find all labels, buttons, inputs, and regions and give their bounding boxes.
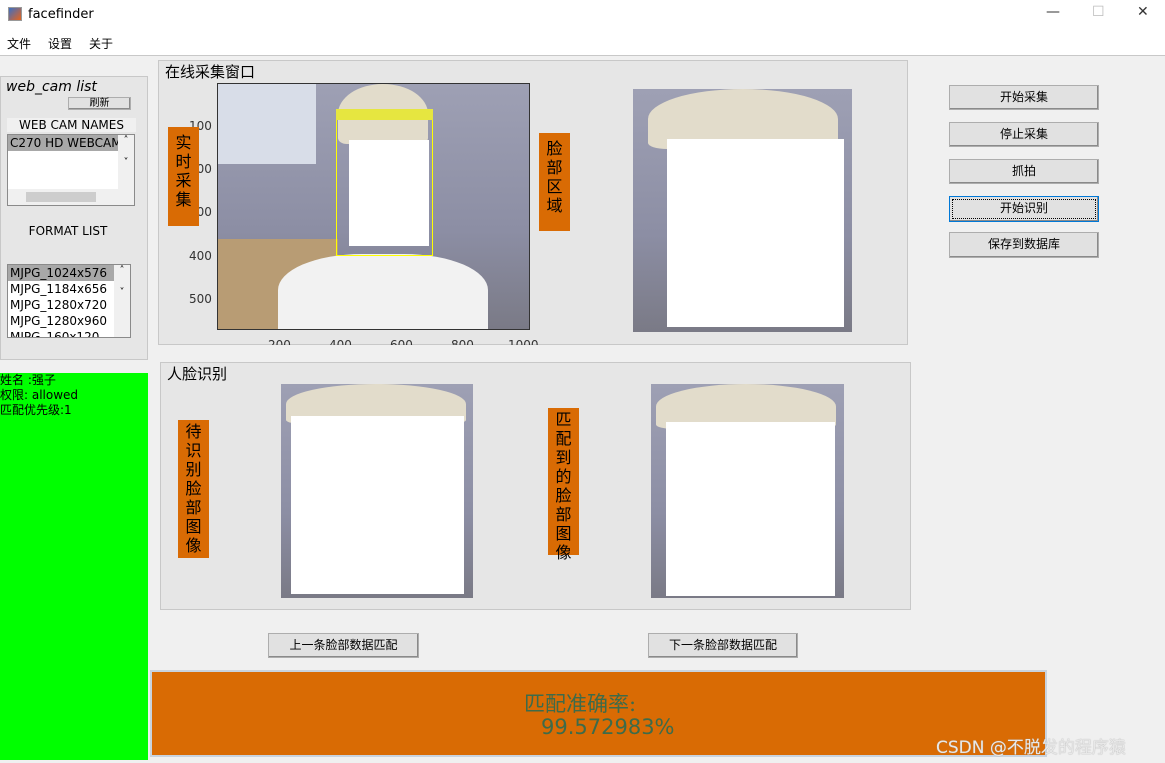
match-accuracy-panel: 匹配准确率: 99.572983% — [150, 670, 1047, 757]
face-detection-box — [336, 118, 433, 256]
menu-about[interactable]: 关于 — [89, 35, 113, 52]
stop-capture-button[interactable]: 停止采集 — [949, 122, 1099, 147]
webcam-panel: web_cam list 刷新 WEB CAM NAMES C270 HD WE… — [0, 76, 148, 360]
x-tick: 800 — [451, 338, 474, 345]
format-list-label: FORMAT LIST — [28, 224, 108, 238]
next-match-button[interactable]: 下一条脸部数据匹配 — [648, 633, 798, 658]
person-info-panel: 姓名 :强子 权限: allowed 匹配优先级:1 — [0, 373, 148, 760]
capture-panel-title: 在线采集窗口 — [162, 61, 259, 82]
face-region-image — [633, 89, 852, 332]
list-item[interactable]: MJPG_160x120 — [8, 329, 130, 337]
x-tick: 400 — [329, 338, 352, 345]
start-capture-button[interactable]: 开始采集 — [949, 85, 1099, 110]
window-title: facefinder — [28, 7, 94, 22]
watermark: CSDN @不脱发的程序猿 — [936, 738, 1126, 758]
menu-bar: 文件 设置 关于 — [0, 30, 1165, 56]
pending-face-image — [281, 384, 473, 598]
maximize-button[interactable]: ☐ — [1092, 4, 1105, 20]
scrollbar[interactable]: ˄ ˅ — [118, 135, 134, 189]
webcam-names-list[interactable]: C270 HD WEBCAM ˄ ˅ — [7, 134, 135, 206]
list-item[interactable]: MJPG_1024x576 — [8, 265, 114, 281]
menu-file[interactable]: 文件 — [7, 35, 31, 52]
start-recognition-button[interactable]: 开始识别 — [949, 196, 1099, 222]
close-button[interactable]: ✕ — [1137, 4, 1149, 20]
matched-face-label: 匹配到的脸部图像 — [548, 408, 579, 562]
y-tick: 500 — [189, 292, 212, 306]
pending-face-label: 待识别脸部图像 — [178, 420, 209, 558]
minimize-button[interactable]: — — [1046, 4, 1060, 20]
snapshot-button[interactable]: 抓拍 — [949, 159, 1099, 184]
person-permission: 权限: allowed — [0, 388, 79, 402]
accuracy-label: 匹配准确率: — [524, 692, 637, 716]
person-priority: 匹配优先级:1 — [0, 403, 72, 417]
matlab-icon — [8, 7, 22, 21]
accuracy-value: 99.572983% — [541, 715, 675, 739]
save-to-database-button[interactable]: 保存到数据库 — [949, 232, 1099, 258]
person-name: 姓名 :强子 — [0, 373, 56, 387]
live-camera-image — [217, 83, 530, 330]
list-item[interactable]: MJPG_1280x960 — [8, 313, 130, 329]
webcam-panel-title: web_cam list — [3, 79, 100, 95]
scrollbar[interactable]: ˄ ˅ — [114, 265, 130, 337]
list-item[interactable]: MJPG_1184x656 — [8, 281, 130, 297]
live-capture-label: 实时采集 — [168, 127, 199, 226]
scrollbar-horizontal[interactable] — [8, 189, 134, 205]
x-tick: 1000 — [508, 338, 539, 345]
recognition-panel-title: 人脸识别 — [164, 363, 231, 384]
list-item[interactable]: MJPG_1280x720 — [8, 297, 130, 313]
refresh-button[interactable]: 刷新 — [68, 97, 131, 110]
y-tick: 400 — [189, 249, 212, 263]
x-tick: 200 — [268, 338, 291, 345]
face-region-label: 脸部区域 — [539, 133, 570, 231]
menu-settings[interactable]: 设置 — [48, 35, 72, 52]
x-axis-ticks: 200 400 600 800 1000 — [0, 338, 600, 345]
matched-face-image — [651, 384, 844, 598]
x-tick: 600 — [390, 338, 413, 345]
previous-match-button[interactable]: 上一条脸部数据匹配 — [268, 633, 419, 658]
title-bar: facefinder — ☐ ✕ — [0, 0, 1165, 30]
webcam-names-label: WEB CAM NAMES — [7, 118, 136, 132]
list-item[interactable]: C270 HD WEBCAM — [8, 135, 118, 151]
format-list[interactable]: MJPG_1024x576 MJPG_1184x656 MJPG_1280x72… — [7, 264, 131, 338]
